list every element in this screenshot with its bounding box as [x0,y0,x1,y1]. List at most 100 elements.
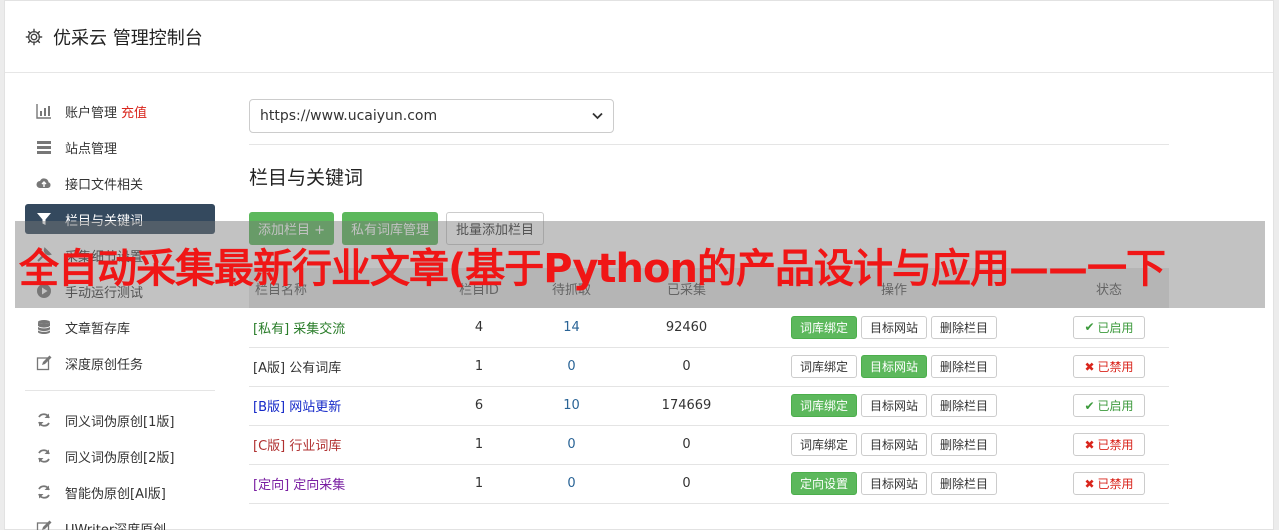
divider [249,144,1169,145]
status-cell: ✖ 已禁用 [1049,347,1169,387]
column-tag: [定向] [253,478,290,493]
bind-lib-button[interactable]: 词库绑定 [790,394,857,417]
section-title: 栏目与关键词 [249,167,364,189]
sidebar-item-ai-rewrite[interactable]: 智能伪原创[AI版] [25,477,215,507]
status-label: 已启用 [1097,320,1134,335]
column-name-cell: [定向] 定向采集 [249,464,449,504]
sidebar-item-synonym-v2[interactable]: 同义词伪原创[2版] [25,441,215,471]
delete-column-button[interactable]: 删除栏目 [931,472,998,495]
table-row: [B版] 网站更新 6 10 174669 词库绑定 目标网站 删除栏目 ✔ 已启用 [249,386,1169,426]
column-name-cell: [C版] 行业词库 [249,425,449,465]
sidebar-item-label: 接口文件相关 [65,177,144,193]
sidebar-item-uwriter[interactable]: UWriter深度原创 [25,513,215,530]
target-site-button[interactable]: 目标网站 [860,472,927,495]
operations-cell: 词库绑定 目标网站 删除栏目 [739,347,1049,387]
column-id-cell: 6 [449,386,509,426]
column-tag: [A版] [253,361,286,376]
pending-count-cell[interactable]: 10 [509,386,634,426]
status-label: 已禁用 [1097,477,1134,491]
delete-column-button[interactable]: 删除栏目 [931,355,998,378]
status-cell: ✖ 已禁用 [1049,464,1169,504]
table-body: [私有] 采集交流 4 14 92460 词库绑定 目标网站 删除栏目 ✔ 已启用 [A版] 公有… [249,308,1169,504]
page-title: 优采云 管理控制台 [53,27,203,49]
status-toggle[interactable]: ✖ 已禁用 [1073,472,1145,495]
sidebar-item-label: 深度原创任务 [65,357,144,373]
sidebar-item-label: UWriter深度原创 [65,522,167,530]
delete-column-button[interactable]: 删除栏目 [931,433,998,456]
collected-count-cell: 0 [634,464,739,504]
sidebar-item-account[interactable]: 账户管理 充值 [25,96,215,126]
top-header: 优采云 管理控制台 [5,1,1273,73]
cloud-upload-icon [36,178,51,188]
column-name[interactable]: 定向采集 [293,478,345,493]
table-row: [私有] 采集交流 4 14 92460 词库绑定 目标网站 删除栏目 ✔ 已启用 [249,308,1169,348]
sidebar-item-article-storage[interactable]: 文章暂存库 [25,312,215,342]
server-icon [37,141,51,154]
target-site-button[interactable]: 目标网站 [860,315,927,339]
x-icon: ✖ [1084,476,1095,491]
sidebar-item-label: 同义词伪原创[2版] [65,450,175,466]
status-label: 已禁用 [1097,438,1134,452]
column-name-cell: [B版] 网站更新 [249,386,449,426]
check-icon: ✔ [1084,320,1095,335]
collected-count-cell: 174669 [634,386,739,426]
sidebar-item-label: 同义词伪原创[1版] [65,414,175,430]
bind-lib-button[interactable]: 词库绑定 [790,355,857,378]
status-label: 已启用 [1097,399,1134,413]
refresh-icon [38,449,50,463]
x-icon: ✖ [1084,437,1095,452]
sidebar-item-label: 智能伪原创[AI版] [65,486,166,502]
status-toggle[interactable]: ✖ 已禁用 [1073,433,1145,456]
column-id-cell: 1 [449,347,509,387]
column-name[interactable]: 采集交流 [293,322,345,337]
bind-lib-button[interactable]: 词库绑定 [790,315,857,339]
site-select[interactable]: https://www.ucaiyun.com [249,99,614,133]
column-id-cell: 4 [449,308,509,348]
column-name[interactable]: 行业词库 [289,439,341,454]
pending-count-cell[interactable]: 0 [509,347,634,387]
column-name[interactable]: 网站更新 [289,400,341,415]
status-toggle[interactable]: ✔ 已启用 [1073,315,1145,339]
collected-count-cell: 0 [634,347,739,387]
sidebar-item-label: 账户管理 [65,105,118,121]
edit-icon [36,355,52,371]
refresh-icon [38,413,50,427]
status-cell: ✔ 已启用 [1049,308,1169,348]
collected-count-cell: 0 [634,425,739,465]
status-cell: ✖ 已禁用 [1049,425,1169,465]
status-toggle[interactable]: ✔ 已启用 [1073,394,1145,417]
sidebar-item-sites[interactable]: 站点管理 [25,132,215,162]
chevron-down-icon [592,112,603,120]
check-icon: ✔ [1084,398,1095,413]
target-site-button[interactable]: 目标网站 [860,433,927,456]
operations-cell: 词库绑定 目标网站 删除栏目 [739,425,1049,465]
table-row: [定向] 定向采集 1 0 0 定向设置 目标网站 删除栏目 ✖ 已禁用 [249,464,1169,504]
target-site-button[interactable]: 目标网站 [860,394,927,417]
bar-chart-icon [36,104,51,119]
sidebar: 账户管理 充值 站点管理 接口文件相关 栏目与关键词 采集细节设置 手动运行测试… [25,96,215,530]
collected-count-cell: 92460 [634,308,739,348]
gear-icon [25,28,43,45]
sidebar-divider [25,390,215,391]
pending-count-cell[interactable]: 14 [509,308,634,348]
bind-lib-button[interactable]: 定向设置 [790,472,857,495]
sidebar-item-synonym-v1[interactable]: 同义词伪原创[1版] [25,405,215,435]
recharge-link[interactable]: 充值 [121,102,147,121]
bind-lib-button[interactable]: 词库绑定 [790,433,857,456]
delete-column-button[interactable]: 删除栏目 [931,394,998,417]
pending-count-cell[interactable]: 0 [509,464,634,504]
delete-column-button[interactable]: 删除栏目 [931,315,998,339]
sidebar-item-interface-files[interactable]: 接口文件相关 [25,168,215,198]
sidebar-item-deep-original[interactable]: 深度原创任务 [25,348,215,378]
column-tag: [私有] [253,321,290,337]
pending-count-cell[interactable]: 0 [509,425,634,465]
target-site-button[interactable]: 目标网站 [860,355,927,378]
table-row: [C版] 行业词库 1 0 0 词库绑定 目标网站 删除栏目 ✖ 已禁用 [249,425,1169,465]
column-name[interactable]: 公有词库 [289,361,341,376]
status-toggle[interactable]: ✖ 已禁用 [1073,355,1145,378]
operations-cell: 词库绑定 目标网站 删除栏目 [739,308,1049,348]
sidebar-item-label: 站点管理 [65,141,118,157]
site-select-value: https://www.ucaiyun.com [260,108,438,124]
column-name-cell: [A版] 公有词库 [249,347,449,387]
operations-cell: 定向设置 目标网站 删除栏目 [739,464,1049,504]
